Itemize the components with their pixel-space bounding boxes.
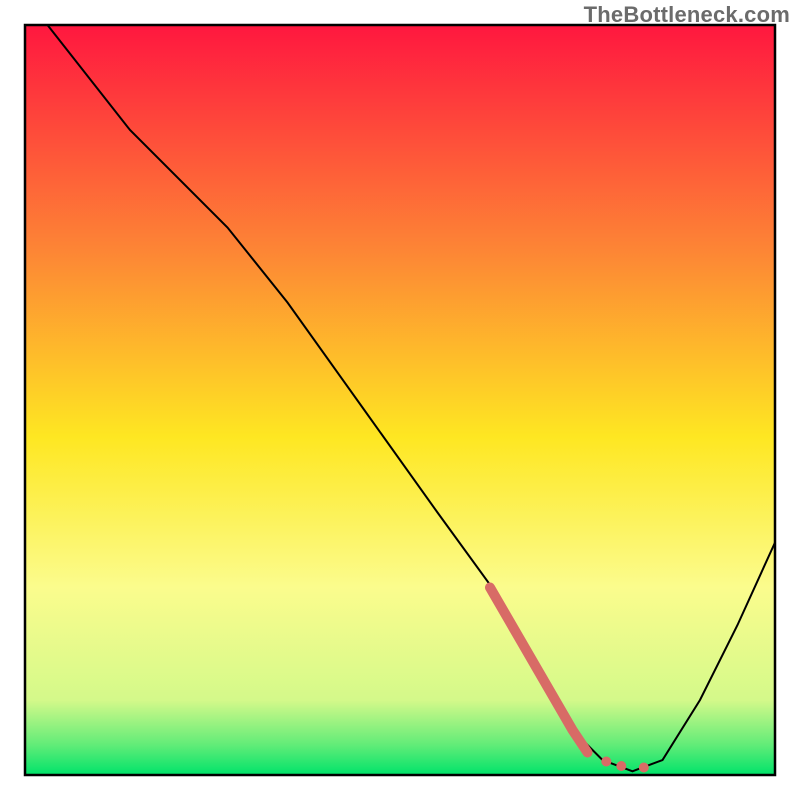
series-highlight-dots-dot	[601, 757, 611, 767]
chart-frame: TheBottleneck.com	[0, 0, 800, 800]
chart-svg	[0, 0, 800, 800]
series-highlight-dots-dot	[639, 763, 649, 773]
series-highlight-dots-dot	[616, 761, 626, 771]
watermark-text: TheBottleneck.com	[584, 2, 790, 28]
